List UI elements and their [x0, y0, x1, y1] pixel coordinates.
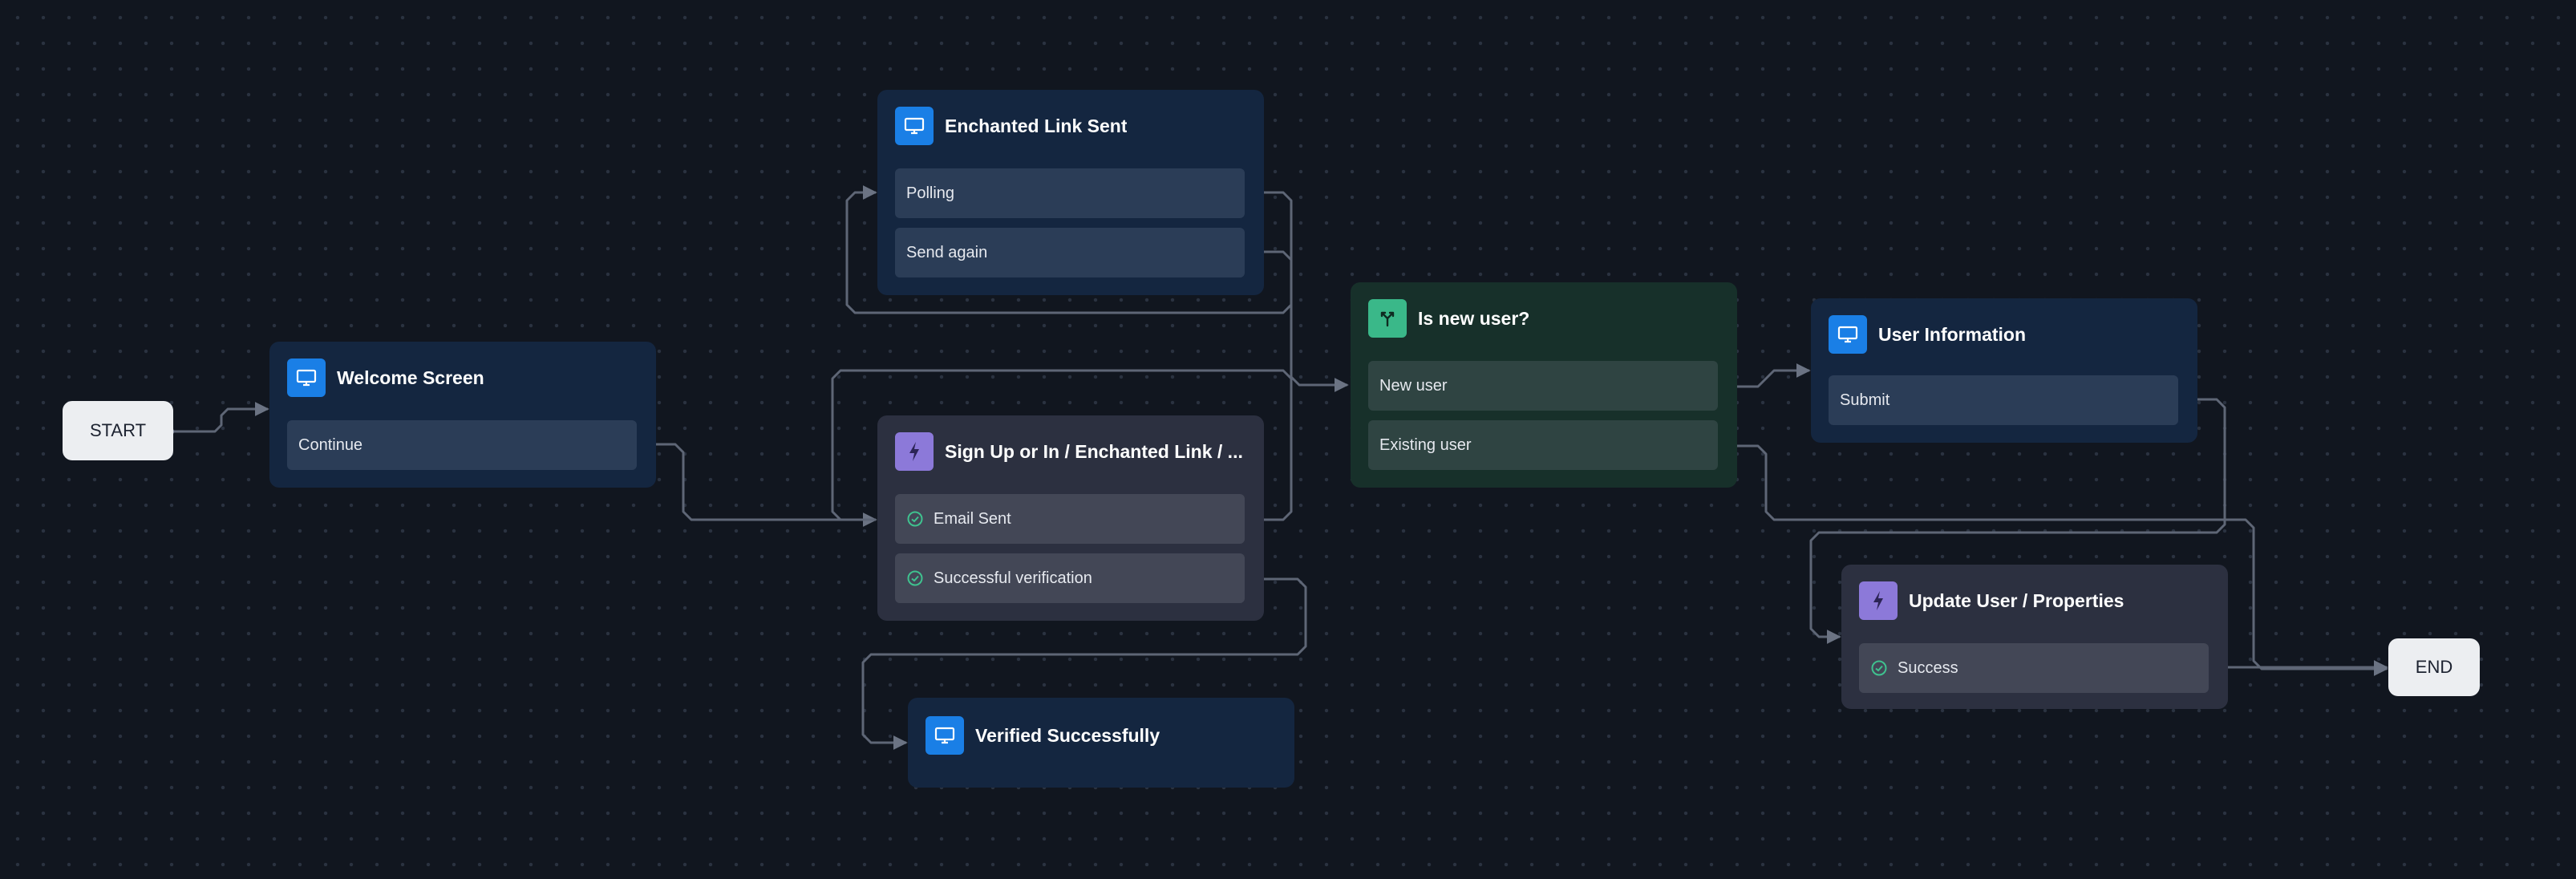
- monitor-icon: [895, 107, 934, 145]
- sign-up-or-in-node[interactable]: Sign Up or In / Enchanted Link / ... Ema…: [877, 415, 1264, 621]
- welcome-screen-node[interactable]: Welcome Screen Continue: [269, 342, 656, 488]
- success-label: Success: [1898, 658, 1958, 677]
- enchanted-link-sent-node[interactable]: Enchanted Link Sent Polling Send again: [877, 90, 1264, 295]
- continue-label: Continue: [298, 435, 363, 454]
- verified-successfully-title: Verified Successfully: [975, 724, 1160, 746]
- update-user-properties-title: Update User / Properties: [1909, 589, 2124, 611]
- node-header: Verified Successfully: [925, 716, 1160, 755]
- branch-icon: [1368, 299, 1407, 338]
- node-header: Update User / Properties: [1859, 581, 2124, 620]
- lightning-bolt-icon: [895, 432, 934, 471]
- is-new-user-node[interactable]: Is new user? New user Existing user: [1351, 282, 1737, 488]
- continue-output[interactable]: Continue: [287, 420, 637, 470]
- send-again-output[interactable]: Send again: [895, 228, 1245, 277]
- enchanted-link-sent-title: Enchanted Link Sent: [945, 115, 1128, 136]
- sign-up-or-in-title: Sign Up or In / Enchanted Link / ...: [945, 440, 1243, 462]
- edge-start-to-welcome: [170, 402, 269, 433]
- polling-output[interactable]: Polling: [895, 168, 1245, 218]
- new-user-output[interactable]: New user: [1368, 361, 1718, 411]
- email-sent-label: Email Sent: [934, 509, 1011, 528]
- monitor-icon: [287, 358, 326, 397]
- end-node[interactable]: END: [2388, 638, 2480, 696]
- node-header: User Information: [1829, 315, 2027, 354]
- submit-output[interactable]: Submit: [1829, 375, 2178, 425]
- node-header: Is new user?: [1368, 299, 1530, 338]
- node-header: Enchanted Link Sent: [895, 107, 1128, 145]
- verified-successfully-node[interactable]: Verified Successfully: [908, 698, 1294, 788]
- send-again-label: Send again: [906, 243, 988, 261]
- welcome-screen-title: Welcome Screen: [337, 367, 484, 388]
- end-label: END: [2415, 657, 2453, 677]
- user-information-title: User Information: [1878, 323, 2027, 345]
- successful-verification-label: Successful verification: [934, 569, 1092, 587]
- check-circle-icon: [1871, 660, 1887, 676]
- user-information-node[interactable]: User Information Submit: [1811, 298, 2197, 443]
- monitor-icon: [1829, 315, 1867, 354]
- update-user-properties-node[interactable]: Update User / Properties Success: [1841, 565, 2228, 709]
- node-header: Sign Up or In / Enchanted Link / ...: [895, 432, 1248, 471]
- polling-label: Polling: [906, 184, 955, 202]
- start-label: START: [89, 420, 147, 440]
- email-sent-output[interactable]: Email Sent: [895, 494, 1245, 544]
- edge-continue-to-signup: [635, 443, 877, 527]
- lightning-bolt-icon: [1859, 581, 1898, 620]
- successful-verification-output[interactable]: Successful verification: [895, 553, 1245, 603]
- existing-user-output[interactable]: Existing user: [1368, 420, 1718, 470]
- existing-user-label: Existing user: [1379, 435, 1472, 454]
- node-header: Welcome Screen: [287, 358, 484, 397]
- is-new-user-title: Is new user?: [1418, 307, 1530, 329]
- new-user-label: New user: [1379, 376, 1448, 395]
- check-circle-icon: [907, 570, 923, 586]
- monitor-icon: [925, 716, 964, 755]
- success-output[interactable]: Success: [1859, 643, 2209, 693]
- check-circle-icon: [907, 511, 923, 527]
- start-node[interactable]: START: [63, 401, 173, 460]
- submit-label: Submit: [1840, 391, 1890, 409]
